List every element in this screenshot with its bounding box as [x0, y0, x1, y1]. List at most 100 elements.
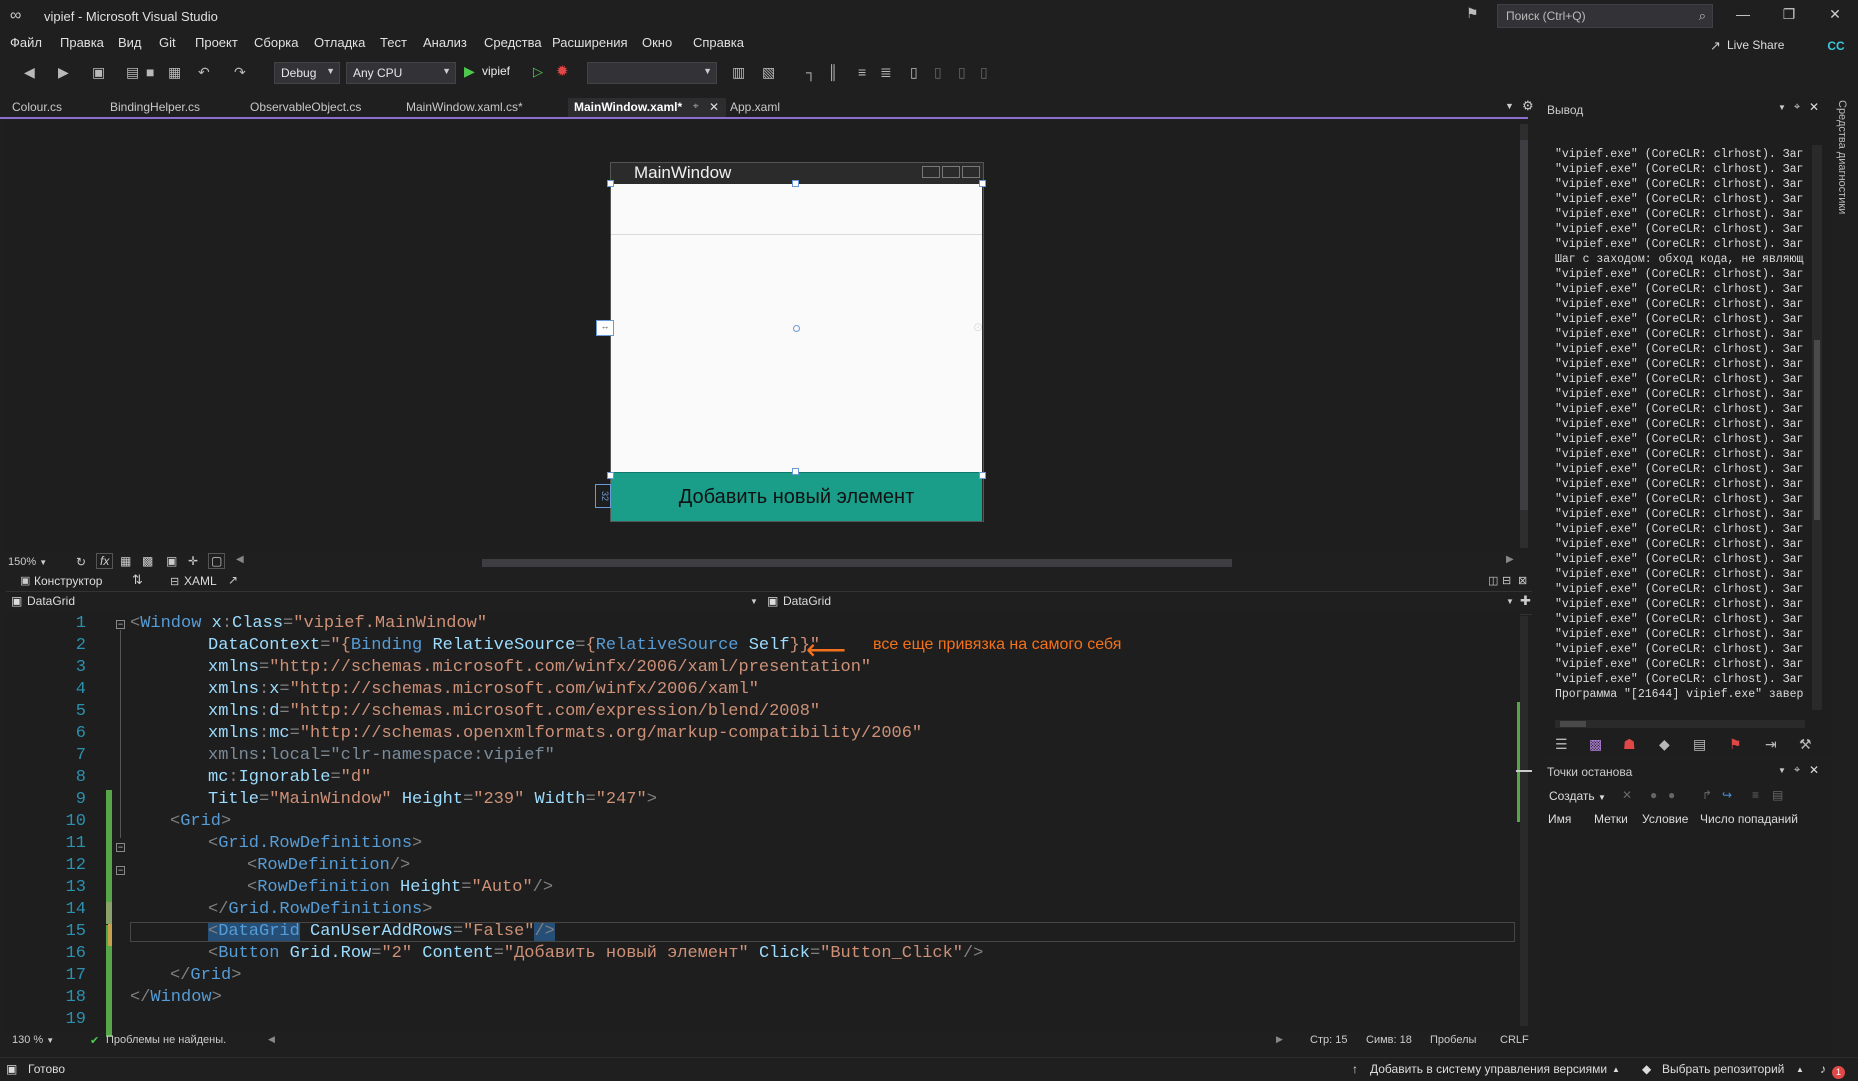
- device-icon[interactable]: ▢: [208, 553, 226, 569]
- problems-status[interactable]: Проблемы не найдены.: [106, 1034, 226, 1046]
- close-panel-icon[interactable]: ✕: [1809, 100, 1819, 114]
- step-icon[interactable]: ┐: [806, 64, 816, 80]
- anchor-left-icon[interactable]: ↔: [596, 320, 614, 336]
- whitespace-indicator[interactable]: Пробелы: [1430, 1034, 1476, 1046]
- refresh-icon[interactable]: ↻: [76, 555, 86, 569]
- output-list-icon[interactable]: ☰: [1555, 736, 1568, 753]
- run-without-debug-icon[interactable]: ▷: [533, 64, 543, 80]
- menu-build[interactable]: Сборка: [254, 35, 299, 50]
- notifications-bell-icon[interactable]: ♪: [1820, 1062, 1826, 1076]
- forward-icon[interactable]: ▶: [58, 64, 69, 81]
- settings-gear-icon[interactable]: ⚙: [1522, 98, 1534, 114]
- close-panel-icon[interactable]: ✕: [1809, 763, 1819, 777]
- resize-handle[interactable]: [607, 472, 614, 479]
- effects-icon[interactable]: fx: [96, 553, 114, 569]
- solution-config-select[interactable]: ▼: [587, 62, 717, 84]
- tab-designer-view[interactable]: Конструктор: [34, 574, 102, 588]
- hot-reload-icon[interactable]: ✹: [556, 62, 569, 80]
- git-changes-icon[interactable]: ◆: [1659, 736, 1670, 753]
- pin-icon[interactable]: ⌖: [1794, 764, 1800, 777]
- platform-select[interactable]: Any CPU ▼: [346, 62, 456, 84]
- live-share-button[interactable]: Live Share: [1727, 38, 1784, 52]
- designer-vertical-scroll-thumb[interactable]: [1520, 140, 1528, 510]
- scroll-left-icon[interactable]: ◀: [236, 554, 244, 565]
- editor-vertical-scrollbar[interactable]: [1520, 616, 1528, 1026]
- horizontal-split-icon[interactable]: ⊟: [1502, 574, 1511, 587]
- scroll-left-icon[interactable]: ◀: [268, 1034, 275, 1045]
- pin-icon[interactable]: ⌖: [693, 101, 699, 112]
- scroll-right-icon[interactable]: ▶: [1506, 554, 1514, 565]
- bookmark-prev-icon[interactable]: ▯: [934, 64, 942, 81]
- column-indicator[interactable]: Симв: 18: [1366, 1034, 1412, 1046]
- chevron-down-icon[interactable]: ▼: [1506, 597, 1514, 606]
- line-indicator[interactable]: Стр: 15: [1310, 1034, 1347, 1046]
- search-input[interactable]: Поиск (Ctrl+Q) ⌕: [1497, 4, 1713, 28]
- import-icon[interactable]: ↱: [1702, 788, 1712, 802]
- restore-button[interactable]: ❐: [1769, 6, 1809, 26]
- menu-view[interactable]: Вид: [118, 35, 142, 50]
- diagnostics-tools-tab[interactable]: Средства диагностики: [1836, 100, 1848, 214]
- tab-observableobject-cs[interactable]: ObservableObject.cs: [250, 100, 361, 114]
- line-ending-indicator[interactable]: CRLF: [1500, 1034, 1529, 1046]
- tab-list-chevron-icon[interactable]: ▼: [1505, 101, 1514, 111]
- menu-edit[interactable]: Правка: [60, 35, 104, 50]
- play-icon[interactable]: ▶: [464, 63, 475, 80]
- columns-icon[interactable]: ≡: [1752, 788, 1759, 802]
- export-list-icon[interactable]: ▤: [1772, 788, 1783, 802]
- resize-handle[interactable]: [792, 180, 799, 187]
- undo-icon[interactable]: ↶: [198, 64, 210, 81]
- editor-zoom-select[interactable]: 130 % ▼: [12, 1034, 54, 1046]
- export-icon[interactable]: ⇥: [1765, 736, 1777, 753]
- folder-icon[interactable]: ▥: [732, 64, 745, 81]
- column-header-hit-count[interactable]: Число попаданий: [1700, 812, 1798, 826]
- anchor-right-icon[interactable]: ⊙: [973, 320, 987, 334]
- snap-grid-icon[interactable]: ▩: [142, 554, 153, 568]
- add-item-preview-button[interactable]: Добавить новый элемент: [611, 472, 982, 521]
- artboard-icon[interactable]: ▣: [166, 554, 177, 568]
- terminal-icon[interactable]: ▤: [1693, 736, 1706, 753]
- menu-window[interactable]: Окно: [642, 35, 672, 50]
- add-to-source-control-button[interactable]: Добавить в систему управления версиями: [1370, 1062, 1607, 1076]
- menu-file[interactable]: Файл: [10, 35, 42, 50]
- nav-left-dropdown[interactable]: DataGrid: [27, 594, 75, 608]
- menu-help[interactable]: Справка: [693, 35, 744, 50]
- exception-icon[interactable]: ☗: [1623, 736, 1636, 753]
- bookmark-clear-icon[interactable]: ▯: [980, 64, 988, 81]
- wrench-icon[interactable]: ⚒: [1799, 736, 1812, 753]
- chevron-up-icon[interactable]: ▲: [1612, 1065, 1620, 1074]
- column-header-condition[interactable]: Условие: [1642, 812, 1688, 826]
- snap-lines-icon[interactable]: ✛: [188, 554, 198, 568]
- avatar[interactable]: CC: [1826, 36, 1846, 56]
- chevron-up-icon[interactable]: ▲: [1796, 1065, 1804, 1074]
- designer-horizontal-scrollbar[interactable]: [482, 559, 1232, 567]
- xaml-code-editor[interactable]: − − − 1 <Window x:Class="vipief.MainWindo…: [6, 612, 1520, 1037]
- format-icon[interactable]: ║: [828, 64, 838, 80]
- menu-project[interactable]: Проект: [195, 35, 238, 50]
- save-all-icon[interactable]: ▦: [168, 64, 181, 81]
- run-target-button[interactable]: vipief: [482, 64, 510, 78]
- menu-test[interactable]: Тест: [380, 35, 407, 50]
- chevron-down-icon[interactable]: ▼: [1778, 103, 1786, 112]
- save-icon[interactable]: ■: [146, 64, 154, 80]
- resize-handle[interactable]: [979, 180, 986, 187]
- goto-source-icon[interactable]: ↪: [1722, 788, 1732, 802]
- nav-right-dropdown[interactable]: DataGrid: [783, 594, 831, 608]
- column-header-name[interactable]: Имя: [1548, 812, 1571, 826]
- tab-bindinghelper-cs[interactable]: BindingHelper.cs: [110, 100, 200, 114]
- menu-extensions[interactable]: Расширения: [552, 35, 628, 50]
- output-horizontal-scrollbar[interactable]: [1555, 720, 1805, 728]
- swap-panes-icon[interactable]: ⇅: [132, 572, 143, 588]
- resize-handle[interactable]: [607, 180, 614, 187]
- row-size-marker[interactable]: 32: [595, 484, 611, 508]
- open-icon[interactable]: ▤: [126, 64, 139, 81]
- menu-tools[interactable]: Средства: [484, 35, 542, 50]
- output-scroll-thumb[interactable]: [1814, 340, 1820, 520]
- delete-icon[interactable]: ✕: [1622, 788, 1632, 802]
- tab-app-xaml[interactable]: App.xaml: [730, 100, 780, 114]
- outdent-icon[interactable]: ≡: [858, 64, 866, 80]
- chevron-down-icon[interactable]: ▼: [750, 597, 758, 606]
- tab-colour-cs[interactable]: Colour.cs: [12, 100, 62, 114]
- select-repository-button[interactable]: Выбрать репозиторий: [1662, 1062, 1784, 1076]
- close-tab-icon[interactable]: ✕: [709, 100, 719, 114]
- designer-zoom-select[interactable]: 150% ▼: [8, 556, 47, 568]
